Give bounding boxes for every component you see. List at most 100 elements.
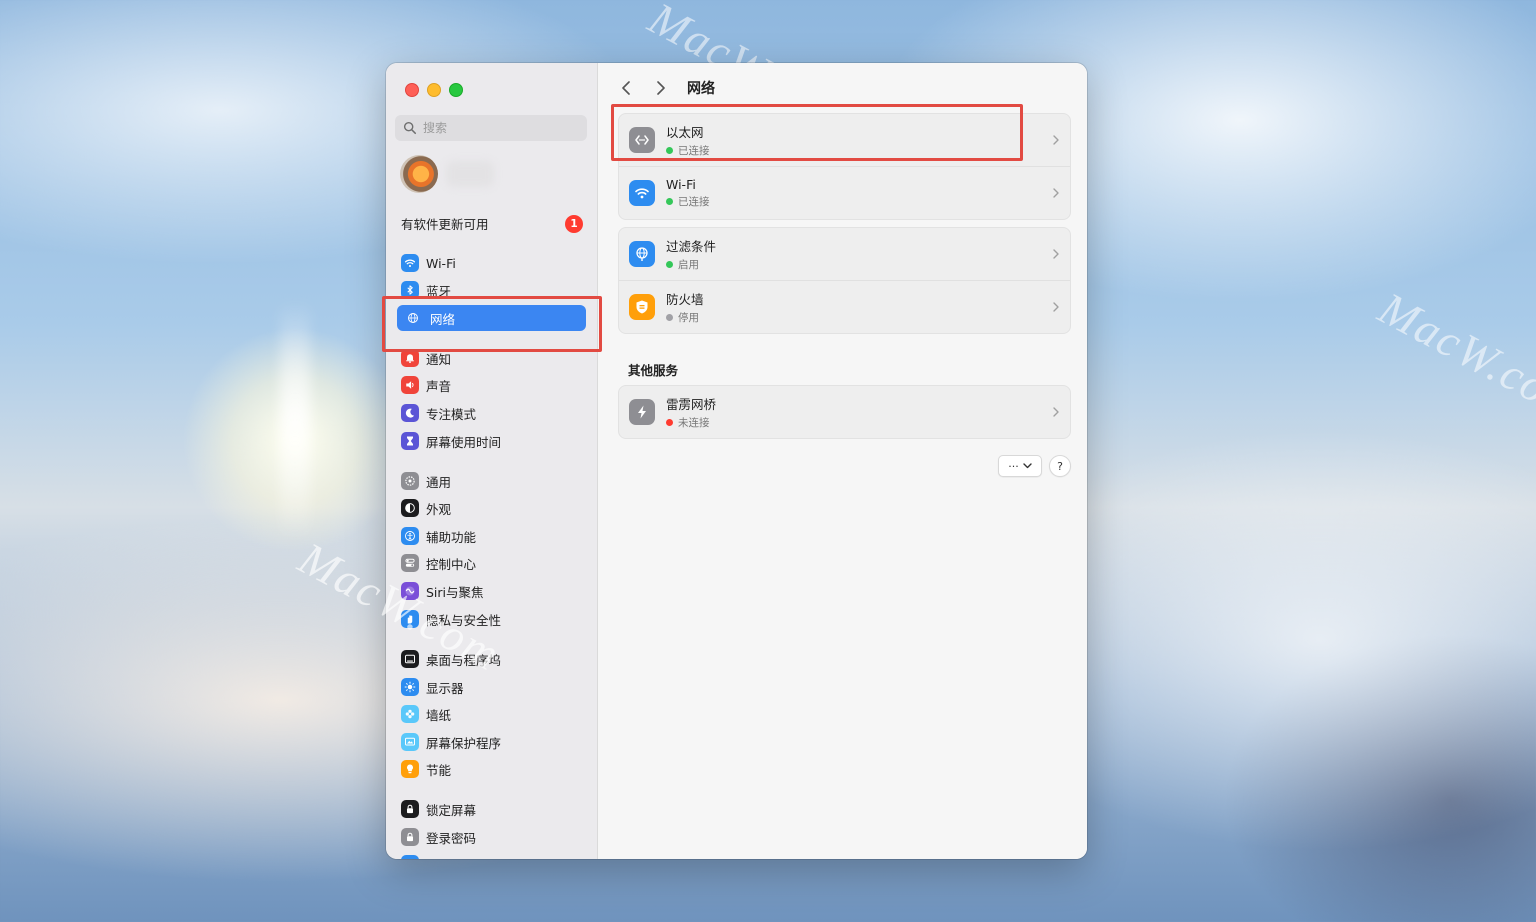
siri-icon [405,586,415,596]
moon-icon [405,408,415,418]
chevron-right-icon [1053,302,1059,312]
lock-icon [407,832,413,842]
status-dot [666,147,673,154]
sidebar-item[interactable]: 屏幕保护程序 [395,729,587,755]
sidebar-icon-container [401,554,419,572]
zoom-button[interactable] [449,83,463,97]
appearance-icon [405,503,415,513]
sidebar-icon-container [401,610,419,628]
hourglass-icon [407,436,413,446]
sidebar-item-label: 屏幕保护程序 [426,735,502,751]
sidebar-item[interactable]: 墙纸 [395,701,587,727]
service-row[interactable]: 防火墙停用 [619,280,1070,333]
service-name: 防火墙 [666,292,704,307]
services-group: 以太网已连接 Wi-Fi 已连接 [618,113,1071,220]
sidebar-icon-container [401,650,419,668]
sidebar-item[interactable]: Siri与聚焦 [395,578,587,604]
chevron-right-icon [1053,135,1059,145]
more-actions-button[interactable]: ··· [998,455,1042,477]
back-button[interactable] [614,76,638,100]
gear-icon [405,476,415,486]
service-text: 防火墙停用 [666,289,704,325]
account-name-redacted [446,161,494,187]
sidebar-icon-container [401,582,419,600]
status-dot [666,198,673,205]
minimize-button[interactable] [427,83,441,97]
service-row[interactable]: 雷雳网桥 未连接 [619,386,1070,438]
sidebar-item-label: 墙纸 [426,707,452,723]
search-icon [403,121,417,135]
service-status: 已连接 [666,143,710,158]
sidebar-item[interactable]: 通用 [395,468,587,494]
forward-button[interactable] [649,76,673,100]
service-row[interactable]: Wi-Fi 已连接 [619,166,1070,219]
bell-icon [406,354,414,364]
sidebar-item[interactable]: 网络 [397,305,586,331]
background-sun-ray [280,300,310,540]
sidebar-item[interactable]: 桌面与程序坞 [395,646,587,672]
other-services-group: 雷雳网桥 未连接 [618,385,1071,439]
toggles-icon [405,558,415,567]
apple-account[interactable] [400,155,494,193]
help-button[interactable]: ? [1049,455,1071,477]
sidebar-item[interactable]: 专注模式 [395,400,587,426]
sidebar-item-label: 辅助功能 [426,529,477,545]
sidebar-icon-container [401,254,419,272]
sidebar-item[interactable]: 屏幕使用时间 [395,428,587,454]
sidebar-item[interactable]: 辅助功能 [395,523,587,549]
sidebar-item[interactable]: 控制中心 [395,550,587,576]
search-field[interactable] [395,115,587,141]
sidebar-item[interactable]: 锁定屏幕 [395,796,587,822]
sidebar-item[interactable] [395,851,587,859]
sidebar-item[interactable]: 节能 [395,756,587,782]
wifi-icon [404,259,416,268]
sidebar-icon-container [401,760,419,778]
sidebar-item[interactable]: 登录密码 [395,824,587,850]
sidebar-item[interactable]: 隐私与安全性 [395,606,587,632]
sidebar-item[interactable]: 通知 [395,345,587,371]
service-text: 以太网已连接 [666,122,710,158]
status-text: 已连接 [678,145,710,157]
service-row[interactable]: 以太网已连接 [619,114,1070,166]
status-text: 停用 [678,312,699,324]
globe-icon [408,313,418,323]
sidebar-icon-container [401,800,419,818]
sidebar-item[interactable]: 蓝牙 [395,277,587,303]
sidebar-icon-container [401,404,419,422]
close-button[interactable] [405,83,419,97]
sidebar-item-label: 显示器 [426,680,464,696]
sidebar-item-label: 外观 [426,501,452,517]
status-text: 启用 [678,259,699,271]
sidebar-item-label: 登录密码 [426,830,477,846]
toolbar: 网络 [598,75,715,101]
sidebar-icon-container [401,281,419,299]
sidebar-item-label: 桌面与程序坞 [426,652,502,668]
sidebar-item[interactable]: 声音 [395,372,587,398]
sidebar-icon-container [401,376,419,394]
service-icon-container [629,127,655,153]
traffic-lights [405,83,463,97]
filters-group: 过滤条件 启用防火墙停用 [618,227,1071,334]
main-pane: 网络 以太网 已连接 Wi-Fi 已连接 过滤条件 启用 防火墙 停用 其他服务 雷雳网桥未… [598,63,1087,859]
sidebar-item-label: 专注模式 [426,406,477,422]
software-update-available[interactable]: 有软件更新可用 1 [401,214,583,233]
status-text: 未连接 [678,417,710,429]
system-settings-window: 有软件更新可用 1 Wi-Fi蓝牙网络通知声音专注模式屏幕使用时间通用外观辅助功… [386,63,1087,859]
service-icon-container [629,294,655,320]
sidebar-item[interactable]: 外观 [395,495,587,521]
service-row[interactable]: 过滤条件 启用 [619,228,1070,280]
sun-icon [404,681,416,693]
firewall-icon [636,300,648,314]
sidebar-item-label: Siri与聚焦 [426,584,484,600]
lock-screen-icon [407,804,413,814]
sidebar-item-label: 通知 [426,351,452,367]
search-input[interactable] [421,120,575,136]
sidebar-item-label: 节能 [426,762,452,778]
service-text: Wi-Fi 已连接 [666,177,710,209]
sidebar-item[interactable]: 显示器 [395,674,587,700]
status-dot [666,261,673,268]
service-icon-container [629,399,655,425]
service-name: 以太网 [666,125,704,140]
sidebar-item[interactable]: Wi-Fi [395,250,587,276]
screensaver-icon [405,737,415,746]
